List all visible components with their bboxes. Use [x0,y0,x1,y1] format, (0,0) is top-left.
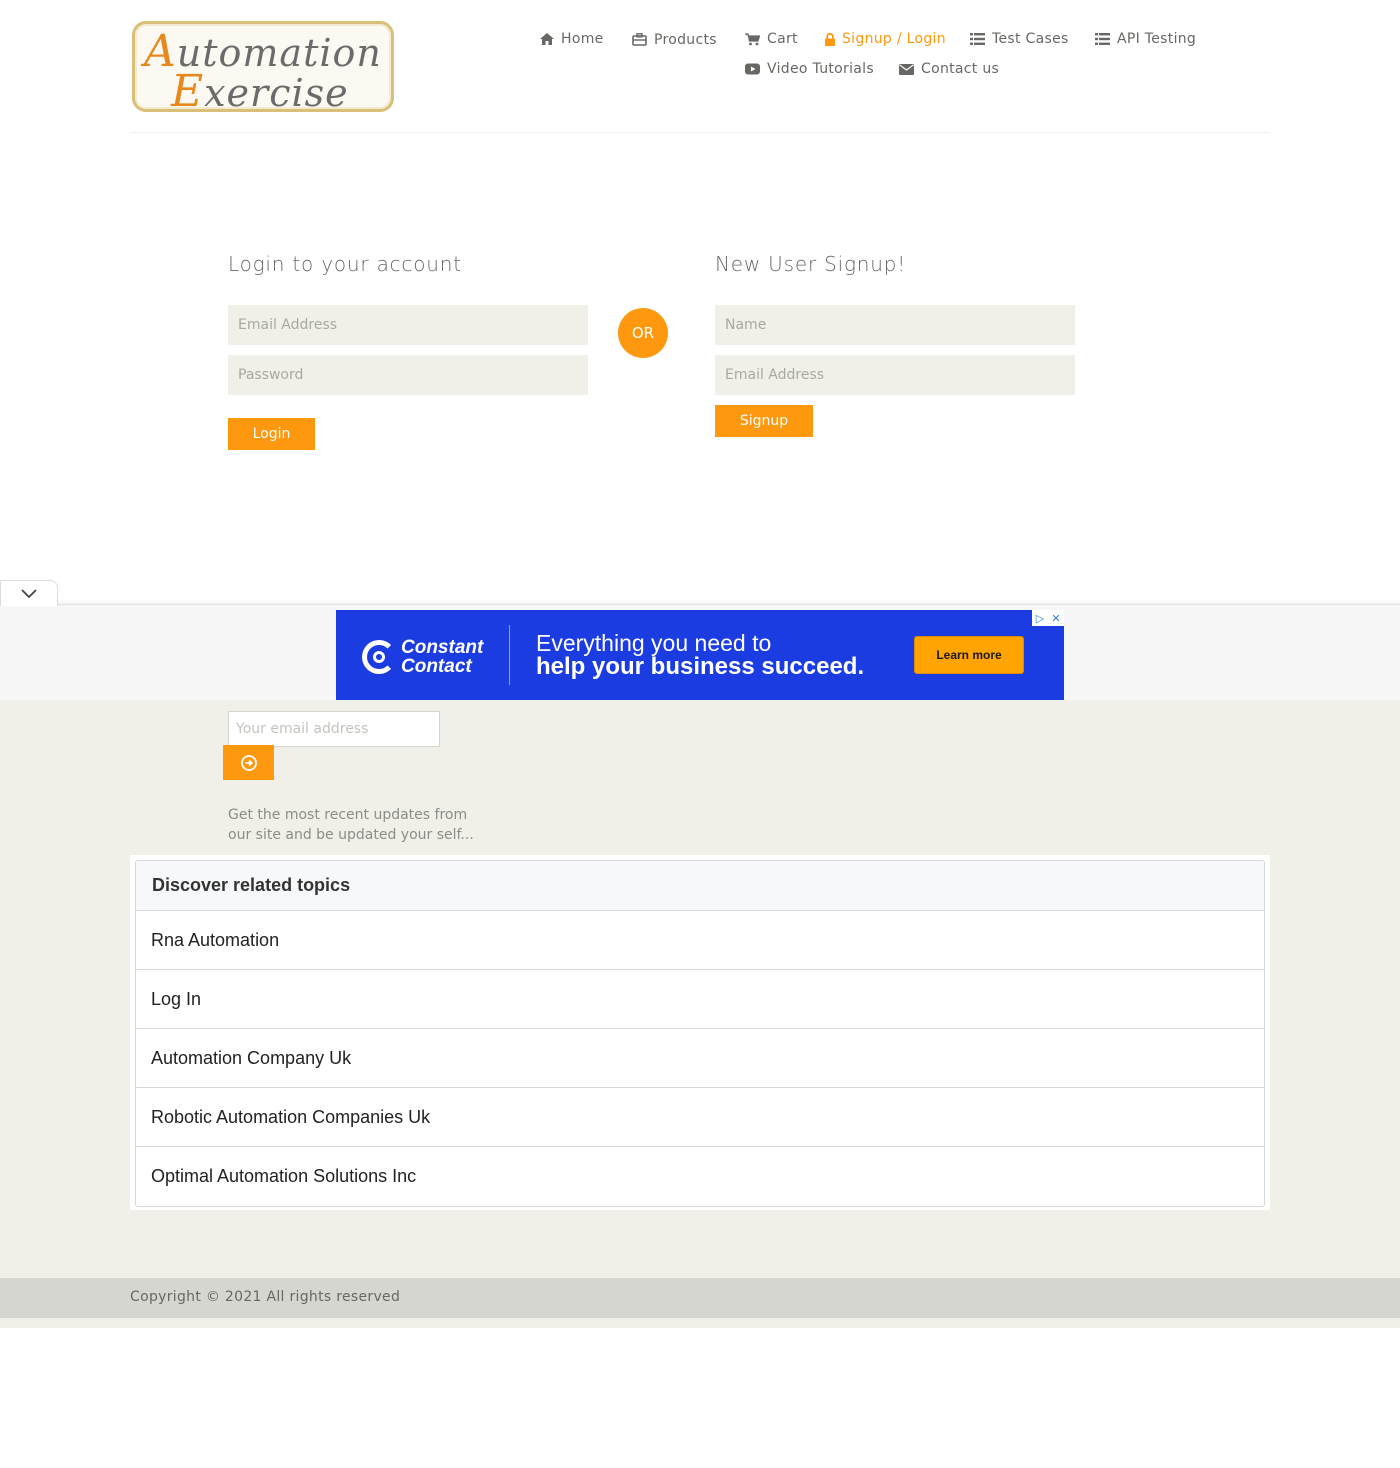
ad-headline-2: help your business succeed. [536,653,865,680]
subscribe-email-input[interactable] [228,711,440,747]
nav-test-cases[interactable]: Test Cases [970,31,1069,47]
or-badge: OR [618,308,668,358]
nav-cart-label: Cart [767,31,798,47]
site-header: Automation Exercise Home Products Cart S… [0,0,1400,133]
ad-brand-line-1: Constant [401,637,484,658]
login-password-input[interactable] [228,355,588,395]
signup-email-input[interactable] [715,355,1075,395]
ad-collapse-toggle[interactable] [0,580,58,606]
youtube-icon [745,63,760,75]
ad-controls: ▷ ✕ [1032,610,1064,626]
cart-icon [745,32,760,45]
list-icon [1095,33,1110,45]
arrow-circle-right-icon [240,754,257,771]
nav-products[interactable]: Products [632,31,717,48]
nav-api-testing-label: API Testing [1117,31,1197,47]
footer-tail [0,1318,1400,1328]
briefcase-icon [632,32,647,46]
related-topic-item[interactable]: Automation Company Uk [136,1029,1264,1088]
logo-cap-e: E [171,66,205,117]
list-icon [970,33,985,45]
ad-learn-more-button[interactable]: Learn more [914,636,1024,674]
nav-contact-us-label: Contact us [921,61,1000,77]
login-title: Login to your account [228,252,462,276]
nav-video-tutorials-label: Video Tutorials [767,61,874,77]
nav-contact-us[interactable]: Contact us [899,61,999,77]
ad-choices-icon[interactable]: ▷ [1032,610,1048,626]
login-button[interactable]: Login [228,418,315,450]
nav-home[interactable]: Home [540,31,604,47]
nav-signup-login-label: Signup / Login [842,31,946,47]
signup-title: New User Signup! [715,252,907,276]
related-topic-item[interactable]: Robotic Automation Companies Uk [136,1088,1264,1147]
related-topics-panel: Discover related topics Rna Automation L… [135,860,1265,1207]
nav-cart[interactable]: Cart [745,31,798,47]
site-logo[interactable]: Automation Exercise [132,21,394,117]
signup-name-input[interactable] [715,305,1075,345]
related-topics-heading: Discover related topics [136,861,1264,911]
login-email-input[interactable] [228,305,588,345]
subscribe-description: Get the most recent updates from our sit… [228,807,474,843]
nav-signup-login[interactable]: Signup / Login [825,31,946,47]
nav-products-label: Products [654,32,717,48]
logo-text-2: xercise [204,71,349,115]
nav-api-testing[interactable]: API Testing [1095,31,1196,47]
nav-test-cases-label: Test Cases [992,31,1069,47]
signup-button[interactable]: Signup [715,405,813,437]
ad-brand-line-2: Contact [401,656,472,677]
related-topic-item[interactable]: Log In [136,970,1264,1029]
related-topic-item[interactable]: Optimal Automation Solutions Inc [136,1147,1264,1206]
lock-icon [825,32,835,46]
envelope-icon [899,64,914,75]
copyright-text: Copyright © 2021 All rights reserved [130,1289,401,1305]
ad-divider [509,625,510,685]
advertisement-banner[interactable]: Constant Contact Everything you need to … [336,610,1064,700]
header-divider [130,132,1270,133]
nav-video-tutorials[interactable]: Video Tutorials [745,61,874,77]
related-topic-item[interactable]: Rna Automation [136,911,1264,970]
constant-contact-logo-dot [373,651,385,663]
ad-brand: Constant Contact [401,638,483,676]
home-icon [540,33,554,45]
ad-close-icon[interactable]: ✕ [1048,610,1064,626]
chevron-down-icon [21,588,37,598]
subscribe-button[interactable] [223,745,274,780]
logo-line-2: Exercise [171,66,349,117]
nav-home-label: Home [561,31,604,47]
